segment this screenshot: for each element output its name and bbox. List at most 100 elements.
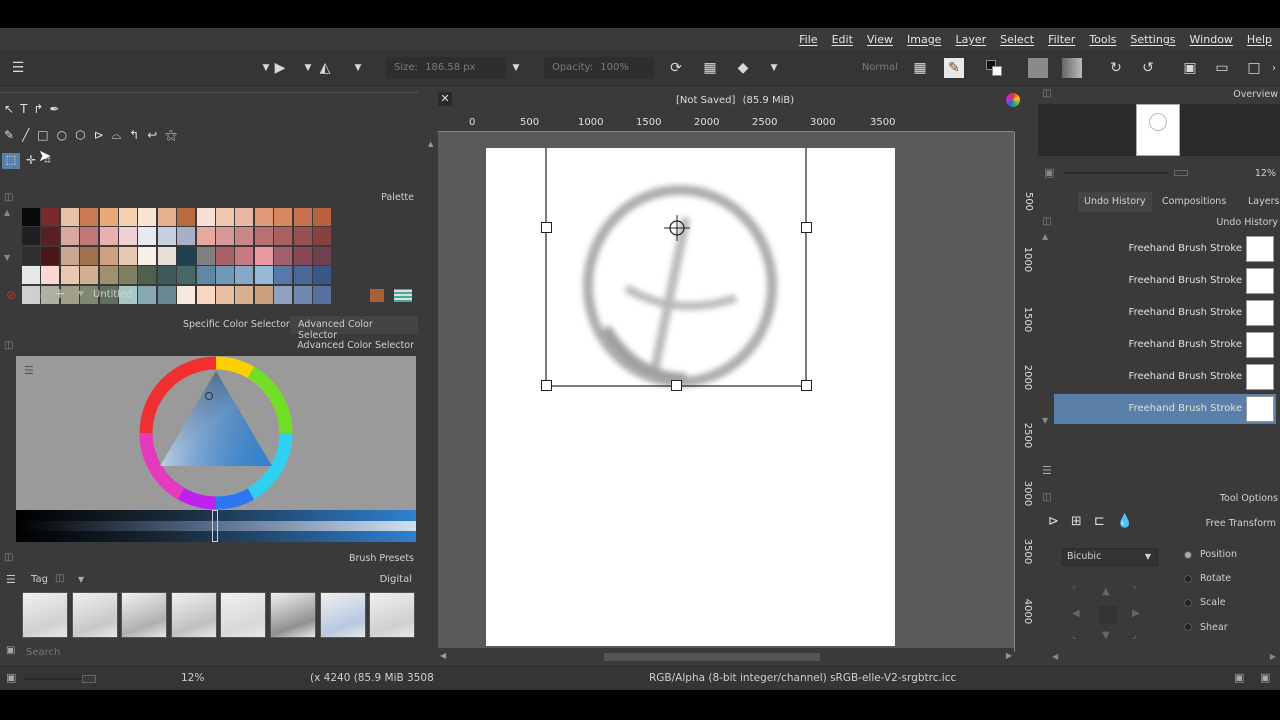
brush-preset[interactable]	[369, 592, 416, 638]
anchor-right[interactable]: ▶	[1132, 608, 1140, 619]
menu-view[interactable]: View	[867, 33, 893, 46]
palette-swatch[interactable]	[216, 246, 234, 265]
anchor-top-right[interactable]: ⌝	[1132, 586, 1137, 597]
transform-handle[interactable]	[541, 222, 552, 233]
palette-swatch[interactable]	[157, 266, 176, 285]
workspace-icon[interactable]: ▦	[910, 58, 930, 78]
palette-swatch[interactable]	[157, 208, 176, 226]
palette-swatch[interactable]	[313, 246, 331, 265]
palette-swatch[interactable]	[41, 246, 60, 265]
canvas-viewport[interactable]	[438, 132, 1014, 648]
palette-swatch[interactable]	[119, 246, 137, 265]
palette-swatch[interactable]	[235, 208, 254, 226]
palette-swatch[interactable]	[293, 246, 312, 265]
menu-window[interactable]: Window	[1190, 33, 1233, 46]
polyline-tool-icon[interactable]: ⊳	[94, 128, 104, 144]
undo-history-item[interactable]: Freehand Brush Stroke	[1054, 298, 1276, 328]
perspective-icon[interactable]: ⊳	[1048, 514, 1059, 530]
overview-settings-icon[interactable]: ▣	[1044, 166, 1054, 179]
palette-name[interactable]: Untitled	[93, 289, 133, 300]
dynamic-brush-icon[interactable]: ↩	[147, 128, 157, 144]
palette-swatch[interactable]	[41, 266, 60, 285]
palette-swatch[interactable]	[216, 266, 234, 285]
undo-history-item[interactable]: Freehand Brush Stroke	[1054, 234, 1276, 264]
overview-panel[interactable]	[1038, 104, 1280, 156]
chevron-down-icon[interactable]: ▼	[348, 58, 368, 78]
brush-preset[interactable]	[319, 592, 366, 638]
chevron-right-icon[interactable]: ▶	[1270, 652, 1276, 661]
anchor-center[interactable]	[1099, 606, 1117, 624]
folder-icon[interactable]: ▭	[30, 288, 41, 302]
redo-icon[interactable]: ↻	[1106, 58, 1126, 78]
transform-handle[interactable]	[541, 380, 552, 391]
gradient-icon[interactable]	[1028, 58, 1048, 78]
palette-swatch[interactable]	[60, 246, 79, 265]
undo-icon[interactable]: ↺	[1138, 58, 1158, 78]
undo-options-icon[interactable]: ☰	[1042, 464, 1052, 477]
anchor-top[interactable]: ▲	[1102, 586, 1110, 597]
palette-swatch[interactable]	[216, 227, 234, 246]
menu-icon[interactable]: ☰	[6, 573, 16, 586]
palette-swatch[interactable]	[177, 227, 196, 246]
chevron-down-icon[interactable]: ▼	[78, 575, 84, 584]
chevron-left-icon[interactable]: ◀	[1052, 652, 1058, 661]
menu-select[interactable]: Select	[1000, 33, 1034, 46]
brush-preset[interactable]	[270, 592, 316, 638]
palette-swatch[interactable]	[41, 208, 60, 226]
tab-advanced-color-selector[interactable]: Advanced Color Selector	[290, 316, 418, 341]
chevron-right-icon[interactable]: ▶	[1006, 651, 1012, 660]
tab-layers[interactable]: Layers	[1248, 196, 1279, 207]
brush-preset-icon[interactable]: ▶	[270, 58, 290, 78]
edit-shapes-icon[interactable]: ↱	[33, 102, 43, 118]
float-icon[interactable]: ◫	[1042, 492, 1051, 503]
eraser-icon[interactable]: ◆	[733, 58, 753, 78]
canvas-hscrollbar[interactable]: ◀ ▶	[438, 650, 1014, 664]
polygon-tool-icon[interactable]: ⬡	[75, 128, 85, 144]
menu-file[interactable]: File	[799, 33, 817, 46]
color-shade-strip[interactable]	[16, 510, 416, 542]
chevron-down-icon[interactable]: ▼	[506, 58, 526, 78]
select-shapes-icon[interactable]: ↖	[4, 102, 14, 118]
save-icon[interactable]: ▣	[1180, 58, 1200, 78]
close-document-icon[interactable]: ✕	[438, 92, 452, 106]
tag-icon[interactable]: ◫	[55, 573, 64, 584]
brush-preset[interactable]	[71, 592, 118, 638]
left-dock-scrollbar[interactable]	[420, 306, 428, 546]
palette-swatch[interactable]	[196, 227, 215, 246]
chevron-down-icon[interactable]: ▼	[1042, 416, 1048, 425]
open-icon[interactable]: ▭	[1212, 58, 1232, 78]
reset-icon[interactable]: ⟳	[666, 58, 686, 78]
scrollbar-thumb[interactable]	[604, 653, 820, 661]
float-icon[interactable]: ◫	[1042, 88, 1051, 99]
radio-rotate[interactable]	[1184, 575, 1192, 583]
current-color-swatch[interactable]	[370, 289, 384, 302]
palette-swatch[interactable]	[293, 266, 312, 285]
menu-image[interactable]: Image	[907, 33, 941, 46]
palette-swatch[interactable]	[274, 246, 293, 265]
palette-swatch[interactable]	[293, 227, 312, 246]
palette-swatch[interactable]	[22, 227, 40, 246]
mirror-icon[interactable]: ◭	[315, 58, 335, 78]
zoom-slider[interactable]	[1064, 172, 1168, 174]
undo-history-item[interactable]: Freehand Brush Stroke	[1054, 362, 1276, 392]
canvas-page[interactable]	[486, 148, 895, 646]
blend-mode-select[interactable]: Normal	[780, 57, 906, 79]
rectangle-tool-icon[interactable]: □	[37, 128, 48, 144]
menu-filter[interactable]: Filter	[1048, 33, 1075, 46]
add-color-icon[interactable]: +	[54, 286, 66, 302]
canvas-only-icon[interactable]: ▣	[1234, 671, 1244, 684]
liquify-icon[interactable]: 💧	[1117, 514, 1133, 530]
palette-swatch[interactable]	[196, 266, 215, 285]
palette-swatch[interactable]	[41, 227, 60, 246]
palette-swatch[interactable]	[99, 208, 118, 226]
palette-swatch[interactable]	[235, 246, 254, 265]
palette-swatch[interactable]	[254, 266, 273, 285]
anchor-bottom[interactable]: ▼	[1102, 630, 1110, 641]
palette-swatch[interactable]	[293, 208, 312, 226]
transform-handle[interactable]	[671, 380, 682, 391]
palette-swatch[interactable]	[22, 246, 40, 265]
transform-handle[interactable]	[801, 222, 812, 233]
brush-preset[interactable]	[22, 592, 68, 638]
palette-swatch[interactable]	[138, 227, 157, 246]
freehand-path-icon[interactable]: ↰	[129, 128, 139, 144]
